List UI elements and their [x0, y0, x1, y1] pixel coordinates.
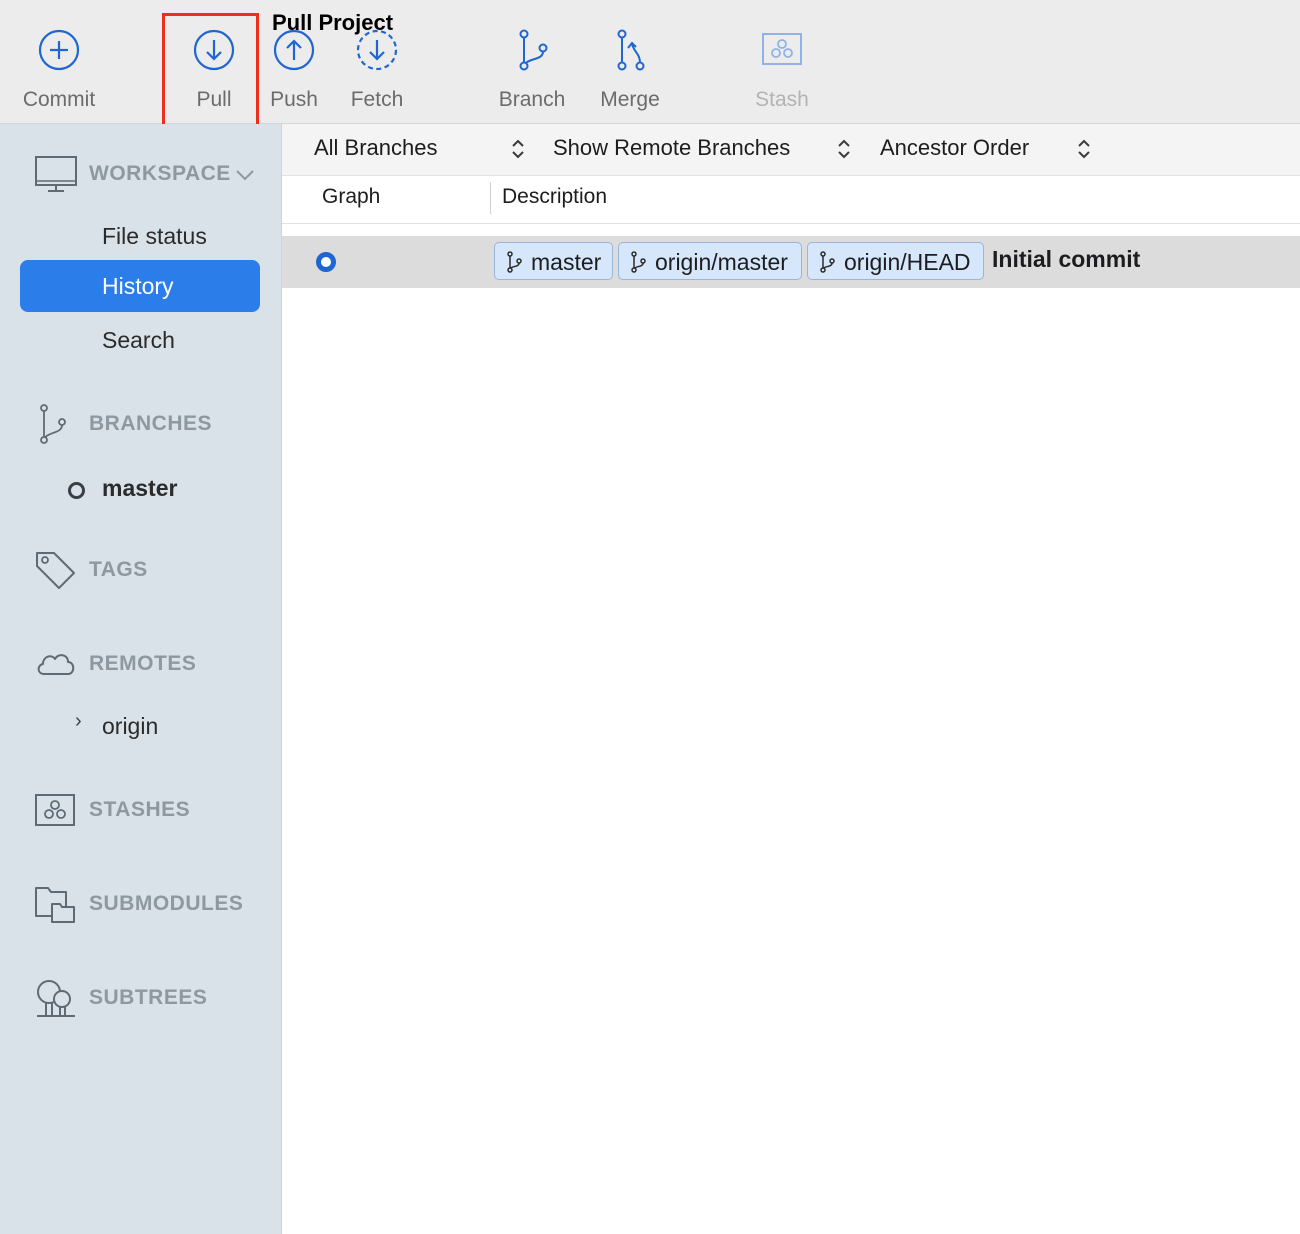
branch-filter-value: All Branches	[314, 135, 438, 160]
graph-column-header[interactable]: Graph	[322, 185, 380, 209]
trees-icon	[37, 980, 75, 1017]
updown-chevron-icon	[512, 139, 524, 159]
monitor-icon	[35, 156, 77, 192]
remotes-title: REMOTES	[89, 652, 197, 675]
merge-button[interactable]: Merge	[590, 0, 670, 124]
stash-icon	[35, 794, 75, 826]
branch-filter-select[interactable]: All Branches	[314, 124, 532, 176]
order-select[interactable]: Ancestor Order	[880, 124, 1100, 176]
tags-header[interactable]: TAGS	[0, 548, 282, 592]
ref-tag-label: origin/HEAD	[844, 249, 971, 275]
updown-chevron-icon	[1078, 139, 1090, 159]
branch-button[interactable]: Branch	[488, 0, 576, 124]
merge-icon	[617, 29, 645, 71]
folders-icon	[35, 887, 75, 923]
sidebar-item-label: master	[102, 475, 178, 501]
commit-label: Commit	[22, 88, 96, 111]
submodules-title: SUBMODULES	[89, 892, 244, 915]
filter-bar: All Branches Show Remote Branches Ancest…	[282, 124, 1300, 176]
sidebar: WORKSPACE File status History Search BRA…	[0, 124, 282, 1234]
column-header: Graph Description	[282, 176, 1300, 224]
stashes-header[interactable]: STASHES	[0, 788, 282, 832]
tag-icon	[36, 552, 75, 589]
sidebar-item-search[interactable]: Search	[20, 314, 260, 366]
sidebar-item-label: origin	[102, 713, 159, 739]
chevron-down-icon[interactable]	[234, 164, 256, 186]
ref-tag-label: origin/master	[655, 249, 788, 275]
plus-circle-icon	[38, 29, 80, 71]
tags-title: TAGS	[89, 558, 148, 581]
pull-tooltip: Pull Project	[272, 10, 394, 35]
stash-button[interactable]: Stash	[742, 0, 822, 124]
commit-button[interactable]: Commit	[14, 0, 104, 124]
sidebar-item-label: History	[102, 273, 174, 299]
branch-icon	[507, 251, 522, 273]
stash-label: Stash	[755, 88, 809, 111]
updown-chevron-icon	[838, 139, 850, 159]
submodules-header[interactable]: SUBMODULES	[0, 882, 282, 926]
commit-row[interactable]: master origin/master origin/HEAD Initial…	[282, 236, 1300, 288]
sidebar-item-file-status[interactable]: File status	[20, 210, 260, 262]
sidebar-item-history[interactable]: History	[20, 260, 260, 312]
branches-title: BRANCHES	[89, 412, 213, 435]
subtrees-title: SUBTREES	[89, 986, 208, 1009]
order-value: Ancestor Order	[880, 135, 1030, 160]
commit-message: Initial commit	[992, 246, 1141, 272]
pull-highlight-box	[162, 13, 259, 128]
toolbar: Commit Pull Push Fetch Branch Merge Stas…	[0, 0, 1300, 128]
stash-icon	[762, 33, 802, 65]
chevron-right-icon[interactable]: ›	[75, 710, 82, 733]
ref-tag-label: master	[531, 249, 602, 275]
current-branch-indicator	[68, 482, 85, 499]
sidebar-item-label: File status	[102, 223, 207, 249]
merge-label: Merge	[600, 88, 660, 111]
ref-tag-origin-master[interactable]: origin/master	[618, 242, 802, 280]
branches-header[interactable]: BRANCHES	[0, 402, 282, 446]
branch-icon	[631, 251, 646, 273]
ref-tag-origin-head[interactable]: origin/HEAD	[807, 242, 984, 280]
workspace-header[interactable]: WORKSPACE	[0, 152, 282, 196]
push-label: Push	[270, 88, 318, 111]
workspace-title: WORKSPACE	[89, 162, 231, 185]
column-divider[interactable]	[490, 182, 491, 214]
subtrees-header[interactable]: SUBTREES	[0, 976, 282, 1020]
commit-graph-node	[316, 252, 336, 272]
branch-label: Branch	[498, 88, 566, 111]
description-column-header[interactable]: Description	[502, 185, 607, 209]
remote-filter-value: Show Remote Branches	[553, 135, 791, 160]
branch-icon	[820, 251, 835, 273]
branch-icon	[519, 29, 548, 71]
remote-filter-select[interactable]: Show Remote Branches	[553, 124, 853, 176]
sidebar-item-branch-master[interactable]: master	[20, 462, 260, 514]
fetch-label: Fetch	[350, 88, 404, 111]
cloud-icon	[37, 654, 75, 675]
ref-tag-master[interactable]: master	[494, 242, 613, 280]
sidebar-item-remote-origin[interactable]: › origin	[20, 700, 260, 752]
sidebar-item-label: Search	[102, 327, 175, 353]
branch-icon	[40, 404, 66, 444]
remotes-header[interactable]: REMOTES	[0, 642, 282, 686]
stashes-title: STASHES	[89, 798, 191, 821]
